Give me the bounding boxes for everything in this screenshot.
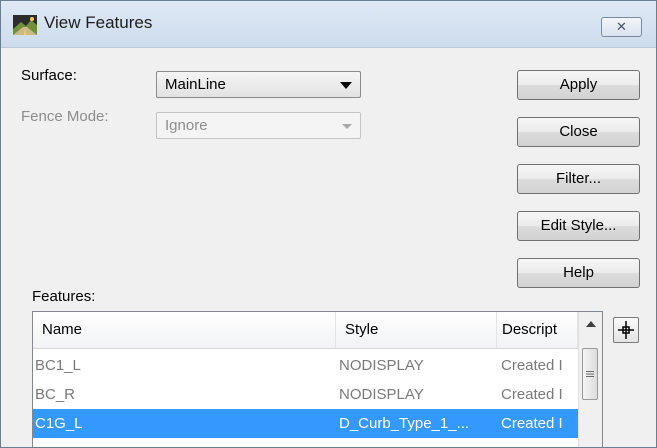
- scroll-thumb[interactable]: [582, 348, 598, 400]
- column-header-style[interactable]: Style: [336, 312, 497, 348]
- chevron-down-icon: [340, 82, 352, 89]
- grip-icon: [586, 371, 594, 377]
- help-button[interactable]: Help: [517, 258, 640, 288]
- surface-label: Surface:: [21, 67, 77, 84]
- app-icon: [13, 15, 37, 35]
- surface-value: MainLine: [165, 76, 226, 93]
- close-button[interactable]: Close: [517, 117, 640, 147]
- edit-style-button[interactable]: Edit Style...: [517, 211, 640, 241]
- feature-style: D_Curb_Type_1_...: [339, 415, 470, 432]
- fence-mode-value: Ignore: [165, 117, 208, 134]
- title-bar: View Features ✕: [1, 1, 656, 48]
- fence-mode-label: Fence Mode:: [21, 108, 109, 125]
- chevron-up-icon: [585, 321, 596, 327]
- feature-name: C1G_L: [35, 415, 83, 432]
- feature-style: NODISPLAY: [339, 386, 424, 403]
- feature-description: Created I: [501, 415, 563, 432]
- list-item-selected[interactable]: C1G_L D_Curb_Type_1_... Created I: [33, 409, 578, 438]
- column-header-description[interactable]: Descript: [497, 312, 578, 348]
- apply-button[interactable]: Apply: [517, 70, 640, 100]
- crosshair-icon: [618, 321, 634, 339]
- locate-feature-button[interactable]: [613, 317, 639, 343]
- list-item[interactable]: BC1_L NODISPLAY Created I: [33, 351, 578, 380]
- surface-select[interactable]: MainLine: [156, 71, 361, 98]
- window-title: View Features: [44, 13, 153, 32]
- feature-description: Created I: [501, 386, 563, 403]
- scroll-up-button[interactable]: [579, 312, 602, 336]
- list-item[interactable]: BC_R NODISPLAY Created I: [33, 380, 578, 409]
- filter-button[interactable]: Filter...: [517, 164, 640, 194]
- feature-description: Created I: [501, 357, 563, 374]
- features-list[interactable]: Name Style Descript BC1_L NODISPLAY Crea…: [32, 311, 603, 447]
- vertical-scrollbar[interactable]: [578, 312, 602, 447]
- feature-name: BC_R: [35, 386, 76, 403]
- feature-style: NODISPLAY: [339, 357, 424, 374]
- close-icon: ✕: [616, 19, 627, 34]
- list-header: Name Style Descript: [33, 312, 578, 349]
- column-header-name[interactable]: Name: [33, 312, 336, 348]
- features-label: Features:: [32, 288, 96, 305]
- chevron-down-icon: [342, 124, 352, 129]
- close-window-button[interactable]: ✕: [601, 17, 642, 37]
- fence-mode-select: Ignore: [156, 112, 361, 139]
- feature-name: BC1_L: [35, 357, 81, 374]
- view-features-dialog: View Features ✕ Surface: MainLine Fence …: [0, 0, 657, 448]
